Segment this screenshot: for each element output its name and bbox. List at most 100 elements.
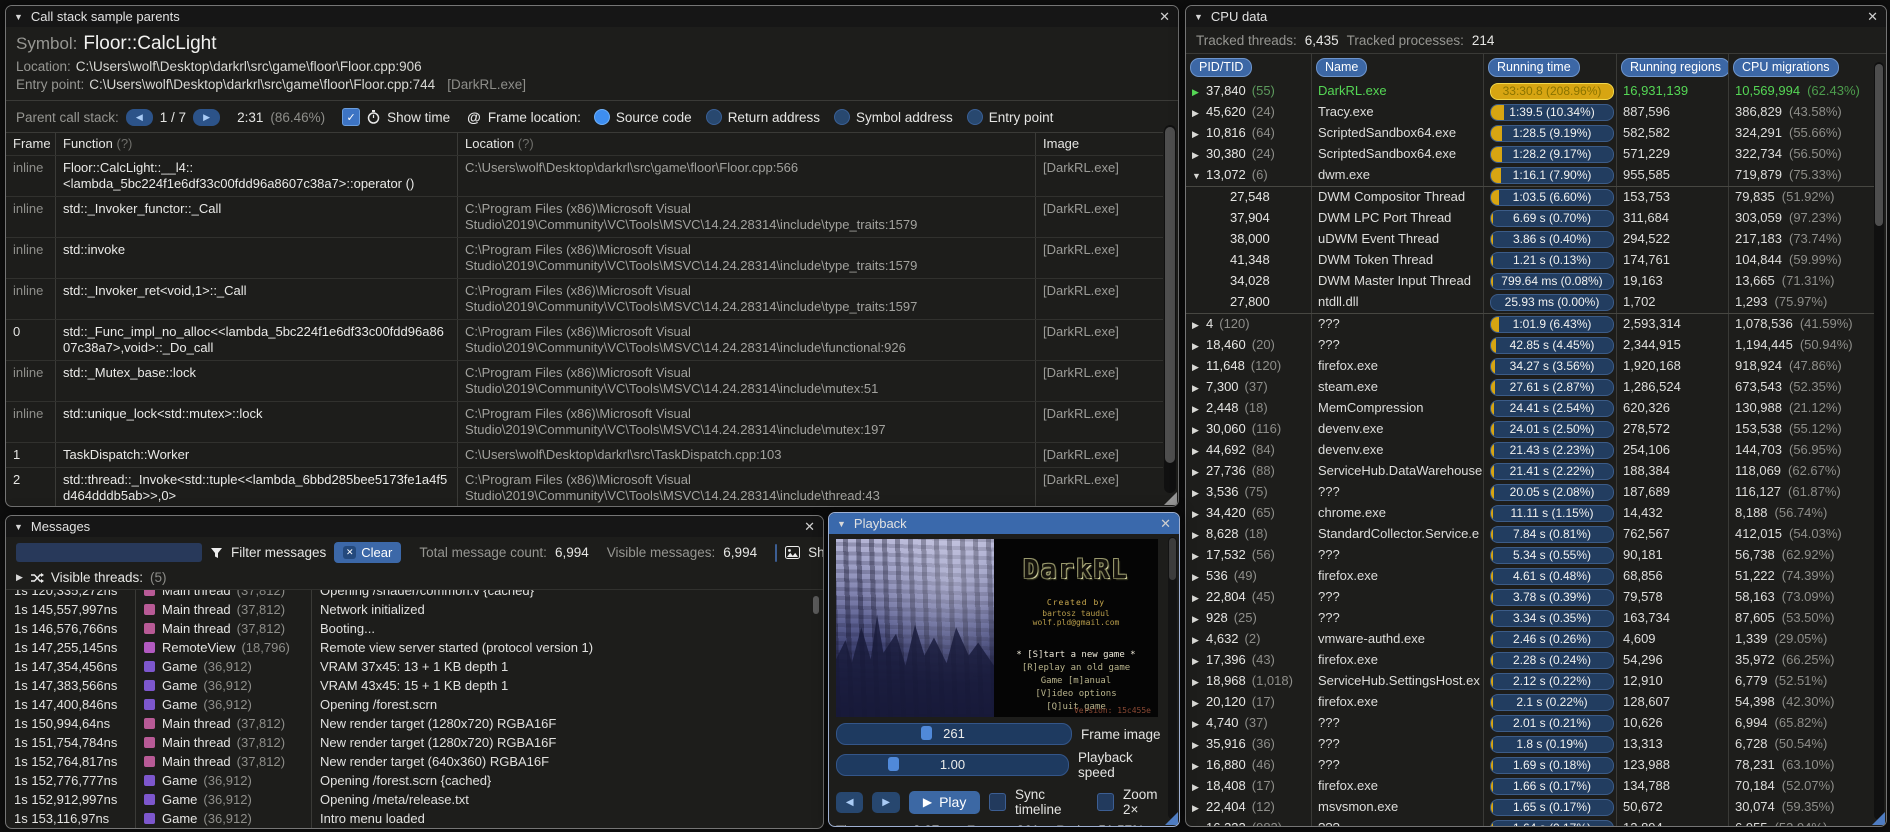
show-images-checkbox[interactable] [775,543,778,562]
cpu-row[interactable]: ▶ 45,620 (24) Tracy.exe 1:39.5 (10.34%) 88… [1186,102,1874,123]
cpu-row[interactable]: ▶ 11,648 (120) firefox.exe 34.27 s (3.56%)… [1186,356,1874,377]
column-header-image[interactable]: Image [1036,133,1163,155]
scrollbar-thumb[interactable] [813,596,819,614]
column-header-running-regions[interactable]: Running regions [1621,58,1728,77]
cpu-row[interactable]: 27,800 ntdll.dll 25.93 ms (0.00%) 1,702 … [1186,292,1874,314]
cpu-row[interactable]: ▶ 7,300 (37) steam.exe 27.61 s (2.87%) 1,2… [1186,377,1874,398]
expand-icon[interactable]: ▶ [1192,568,1206,587]
expand-icon[interactable]: ▶ [1192,146,1206,165]
expand-icon[interactable]: ▶ [1192,463,1206,482]
cpu-row[interactable]: 41,348 DWM Token Thread 1.21 s (0.13%) 1… [1186,250,1874,271]
cpu-row[interactable]: ▶16,332 (982) ??? 1.64 s (0.17%) 12,894 6… [1186,818,1874,826]
expand-icon[interactable]: ▶ [1192,316,1206,335]
expand-icon[interactable]: ▶ [1192,778,1206,797]
expand-icon[interactable]: ▶ [1192,631,1206,650]
column-header-cpu-migrations[interactable]: CPU migrations [1733,58,1839,77]
cpu-row[interactable]: ▶ 20,120 (17) firefox.exe 2.1 s (0.22%) 12… [1186,692,1874,713]
next-stack-button[interactable]: ▶ [193,108,221,126]
collapse-icon[interactable]: ▼ [837,519,846,529]
expand-icon[interactable]: ▶ [1192,505,1206,524]
cpu-row[interactable]: ▶ 8,628 (18) StandardCollector.Service.e 7… [1186,524,1874,545]
cpu-row[interactable]: ▶ 17,396 (43) firefox.exe 2.28 s (0.24%) 5… [1186,650,1874,671]
cpu-row[interactable]: ▶ 30,060 (116) devenv.exe 24.01 s (2.50%) … [1186,419,1874,440]
vertical-scrollbar[interactable] [1168,537,1177,819]
vertical-scrollbar[interactable] [1164,125,1176,493]
expand-icon[interactable]: ▶ [1192,820,1206,826]
cpu-row[interactable]: ▶ 2,448 (18) MemCompression 24.41 s (2.54%… [1186,398,1874,419]
play-button[interactable]: ▶ Play [908,790,981,814]
expand-icon[interactable]: ▶ [1192,547,1206,566]
cpu-row[interactable]: ▶ 30,380 (24) ScriptedSandbox64.exe 1:28.2… [1186,144,1874,165]
location-cell[interactable]: C:\Program Files (x86)\Microsoft Visual … [458,361,1036,401]
cpu-row[interactable]: ▼ 13,072 (6) dwm.exe 1:16.1 (7.90%) 955,58… [1186,165,1874,187]
expand-icon[interactable]: ▶ [1192,337,1206,356]
expand-icon[interactable]: ▶ [1192,673,1206,692]
expand-icon[interactable]: ▶ [1192,484,1206,503]
message-row[interactable]: 1s 152,776,777ns Game (36,912) Opening /f… [6,771,823,790]
frame-location-radio[interactable]: Symbol address [834,109,953,125]
cpu-row[interactable]: ▶ 4 (120) ??? 1:01.9 (6.43%) 2,593,314 1,0… [1186,314,1874,335]
expand-icon[interactable]: ▶ [1192,358,1206,377]
cpu-row[interactable]: ▶ 35,916 (36) ??? 1.8 s (0.19%) 13,313 6,7… [1186,734,1874,755]
close-icon[interactable]: ✕ [804,519,815,535]
expand-icon[interactable]: ▶ [1192,610,1206,629]
cpu-row[interactable]: ▶ 22,804 (45) ??? 3.78 s (0.39%) 79,578 58… [1186,587,1874,608]
zoom-2x-checkbox[interactable] [1097,793,1114,811]
message-row[interactable]: 1s 146,576,766ns Main thread (37,812) Boo… [6,619,823,638]
show-time-checkbox[interactable]: ✓ [342,108,361,126]
cpu-row[interactable]: ▶ 18,408 (17) firefox.exe 1.66 s (0.17%) 1… [1186,776,1874,797]
column-header-pid[interactable]: PID/TID [1190,58,1253,77]
location-cell[interactable]: C:\Program Files (x86)\Microsoft Visual … [458,238,1036,278]
cpu-row[interactable]: 37,904 DWM LPC Port Thread 6.69 s (0.70%… [1186,208,1874,229]
next-frame-button[interactable]: ▶ [872,791,900,813]
expand-icon[interactable]: ▶ [1192,421,1206,440]
expand-icon[interactable]: ▶ [1192,715,1206,734]
cpu-row[interactable]: 27,548 DWM Compositor Thread 1:03.5 (6.6… [1186,187,1874,208]
messages-titlebar[interactable]: ▼ Messages ✕ [6,516,823,537]
expand-icon[interactable]: ▶ [1192,400,1206,419]
cpu-row[interactable]: ▶ 16,880 (46) ??? 1.69 s (0.18%) 123,988 7… [1186,755,1874,776]
cpu-row[interactable]: ▶ 3,536 (75) ??? 20.05 s (2.08%) 187,689 1… [1186,482,1874,503]
expand-icon[interactable]: ▶ [1192,83,1206,102]
cpu-row[interactable]: ▶ 536 (49) firefox.exe 4.61 s (0.48%) 68,8… [1186,566,1874,587]
visible-threads-row[interactable]: ▶ Visible threads: (5) [6,568,823,589]
message-row[interactable]: 1s 120,335,272ns Main thread (37,812) Ope… [6,590,823,600]
location-cell[interactable]: C:\Program Files (x86)\Microsoft Visual … [458,320,1036,360]
close-icon[interactable]: ✕ [1159,9,1170,25]
expand-icon[interactable]: ▶ [1192,589,1206,608]
filter-input[interactable] [16,543,202,562]
prev-frame-button[interactable]: ◀ [836,791,864,813]
location-cell[interactable]: C:\Users\wolf\Desktop\darkrl\src\game\fl… [458,156,1036,196]
expand-icon[interactable]: ▶ [1192,104,1206,123]
scrollbar-thumb[interactable] [1165,127,1175,463]
cpu-row[interactable]: ▶ 22,404 (12) msvsmon.exe 1.65 s (0.17%) 5… [1186,797,1874,818]
message-row[interactable]: 1s 153,116,97ns Game (36,912) Intro menu … [6,809,823,828]
message-row[interactable]: 1s 147,255,145ns RemoteView (18,796) Remo… [6,638,823,657]
location-cell[interactable]: C:\Program Files (x86)\Microsoft Visual … [458,197,1036,237]
location-cell[interactable]: C:\Program Files (x86)\Microsoft Visual … [458,468,1036,506]
expand-icon[interactable]: ▶ [1192,442,1206,461]
cpu-row[interactable]: ▶ 4,632 (2) vmware-authd.exe 2.46 s (0.26%… [1186,629,1874,650]
cpu-row[interactable]: ▶ 18,460 (20) ??? 42.85 s (4.45%) 2,344,91… [1186,335,1874,356]
column-header-running-time[interactable]: Running time [1488,58,1580,77]
cpu-row[interactable]: ▶ 27,736 (88) ServiceHub.DataWarehouse 21.… [1186,461,1874,482]
clear-button[interactable]: ✕ Clear [334,542,402,563]
frame-location-radio[interactable]: Source code [593,109,692,125]
cpu-titlebar[interactable]: ▼ CPU data ✕ [1186,6,1886,27]
close-icon[interactable]: ✕ [1160,516,1171,532]
cpu-row[interactable]: ▶ 34,420 (65) chrome.exe 11.11 s (1.15%) 1… [1186,503,1874,524]
collapse-icon[interactable]: ▼ [1194,12,1203,22]
expand-icon[interactable]: ▶ [1192,694,1206,713]
cpu-row[interactable]: 38,000 uDWM Event Thread 3.86 s (0.40%) … [1186,229,1874,250]
expand-icon[interactable]: ▶ [1192,379,1206,398]
resize-grip[interactable] [1165,812,1178,825]
frame-image-slider[interactable]: 261 [836,723,1072,745]
resize-grip[interactable] [1164,492,1177,505]
column-header-frame[interactable]: Frame [6,133,56,155]
expand-icon[interactable]: ▶ [1192,757,1206,776]
cpu-row[interactable]: ▶ 18,968 (1,018) ServiceHub.SettingsHost.e… [1186,671,1874,692]
expand-icon[interactable]: ▶ [1192,652,1206,671]
message-row[interactable]: 1s 147,354,456ns Game (36,912) VRAM 37x45… [6,657,823,676]
message-row[interactable]: 1s 145,557,997ns Main thread (37,812) Net… [6,600,823,619]
message-row[interactable]: 1s 152,764,817ns Main thread (37,812) New… [6,752,823,771]
